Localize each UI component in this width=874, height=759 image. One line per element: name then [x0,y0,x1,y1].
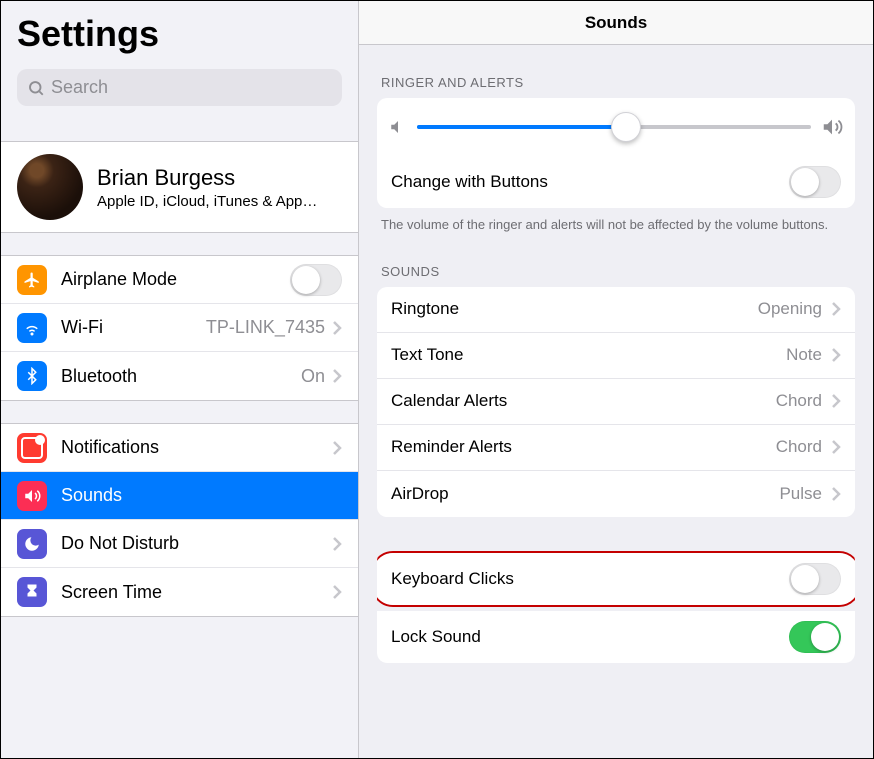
profile-name: Brian Burgess [97,165,317,191]
change-with-buttons-toggle[interactable] [789,166,841,198]
row-label: Calendar Alerts [391,391,776,411]
apple-id-row[interactable]: Brian Burgess Apple ID, iCloud, iTunes &… [1,142,358,232]
moon-icon [17,529,47,559]
row-label: Lock Sound [391,627,789,647]
sidebar-item-label: Notifications [61,437,325,458]
sidebar-item-label: Airplane Mode [61,269,290,290]
keyboard-clicks-toggle[interactable] [789,563,841,595]
row-label: Ringtone [391,299,758,319]
sidebar-item-do-not-disturb[interactable]: Do Not Disturb [1,520,358,568]
chevron-right-icon [832,348,841,362]
row-value: Opening [758,299,822,319]
keyboard-clicks-row[interactable]: Keyboard Clicks [377,553,855,605]
chevron-right-icon [333,441,342,455]
highlight-ring: Keyboard Clicks [377,551,855,607]
sidebar-item-bluetooth[interactable]: Bluetooth On [1,352,358,400]
search-input[interactable] [51,77,332,98]
row-label: AirDrop [391,484,779,504]
sidebar-item-airplane-mode[interactable]: Airplane Mode [1,256,358,304]
chevron-right-icon [333,369,342,383]
row-value: Pulse [779,484,822,504]
sidebar-item-sounds[interactable]: Sounds [1,472,358,520]
calendar-alerts-row[interactable]: Calendar Alerts Chord [377,379,855,425]
sounds-icon [17,481,47,511]
sidebar-item-screen-time[interactable]: Screen Time [1,568,358,616]
reminder-alerts-row[interactable]: Reminder Alerts Chord [377,425,855,471]
wifi-icon [17,313,47,343]
sidebar-item-wifi[interactable]: Wi-Fi TP-LINK_7435 [1,304,358,352]
ringtone-row[interactable]: Ringtone Opening [377,287,855,333]
divider [1,232,358,256]
hourglass-icon [17,577,47,607]
chevron-right-icon [832,302,841,316]
airdrop-row[interactable]: AirDrop Pulse [377,471,855,517]
chevron-right-icon [333,585,342,599]
sidebar-header: Settings [1,1,358,63]
sidebar: Settings Brian Burgess Apple ID, iCloud,… [1,1,359,758]
sidebar-item-label: Screen Time [61,582,325,603]
wifi-network-value: TP-LINK_7435 [206,317,325,338]
row-label: Text Tone [391,345,786,365]
sounds-card: Ringtone Opening Text Tone Note Calendar… [377,287,855,517]
row-label: Reminder Alerts [391,437,776,457]
detail-title: Sounds [359,1,873,45]
divider [1,616,358,640]
misc-sounds-card: Keyboard Clicks Lock Sound [377,551,855,663]
chevron-right-icon [333,537,342,551]
sidebar-item-notifications[interactable]: Notifications [1,424,358,472]
sidebar-item-label: Bluetooth [61,366,293,387]
section-header-ringer: RINGER AND ALERTS [381,75,851,90]
chevron-right-icon [832,487,841,501]
divider [1,118,358,142]
row-value: Chord [776,437,822,457]
avatar [17,154,83,220]
sidebar-item-label: Do Not Disturb [61,533,325,554]
ringer-card: Change with Buttons [377,98,855,208]
lock-sound-row[interactable]: Lock Sound [377,611,855,663]
chevron-right-icon [832,394,841,408]
chevron-right-icon [832,440,841,454]
detail-pane: Sounds RINGER AND ALERTS [359,1,873,758]
divider [1,400,358,424]
profile-subtitle: Apple ID, iCloud, iTunes & App… [97,193,317,210]
ringer-volume-slider[interactable] [417,112,811,142]
settings-app: Settings Brian Burgess Apple ID, iCloud,… [0,0,874,759]
bluetooth-icon [17,361,47,391]
ringer-volume-row [377,98,855,156]
volume-low-icon [389,118,407,136]
chevron-right-icon [333,321,342,335]
volume-high-icon [821,116,843,138]
change-with-buttons-row[interactable]: Change with Buttons [377,156,855,208]
sidebar-item-label: Wi-Fi [61,317,198,338]
airplane-icon [17,265,47,295]
search-field[interactable] [17,69,342,106]
search-icon [27,79,45,97]
text-tone-row[interactable]: Text Tone Note [377,333,855,379]
section-footer: The volume of the ringer and alerts will… [381,216,851,234]
lock-sound-toggle[interactable] [789,621,841,653]
page-title: Settings [17,13,342,55]
row-value: Note [786,345,822,365]
notifications-icon [17,433,47,463]
sidebar-item-label: Sounds [61,485,342,506]
section-header-sounds: SOUNDS [381,264,851,279]
row-value: Chord [776,391,822,411]
row-label: Keyboard Clicks [391,569,789,589]
airplane-mode-toggle[interactable] [290,264,342,296]
bluetooth-value: On [301,366,325,387]
row-label: Change with Buttons [391,172,789,192]
